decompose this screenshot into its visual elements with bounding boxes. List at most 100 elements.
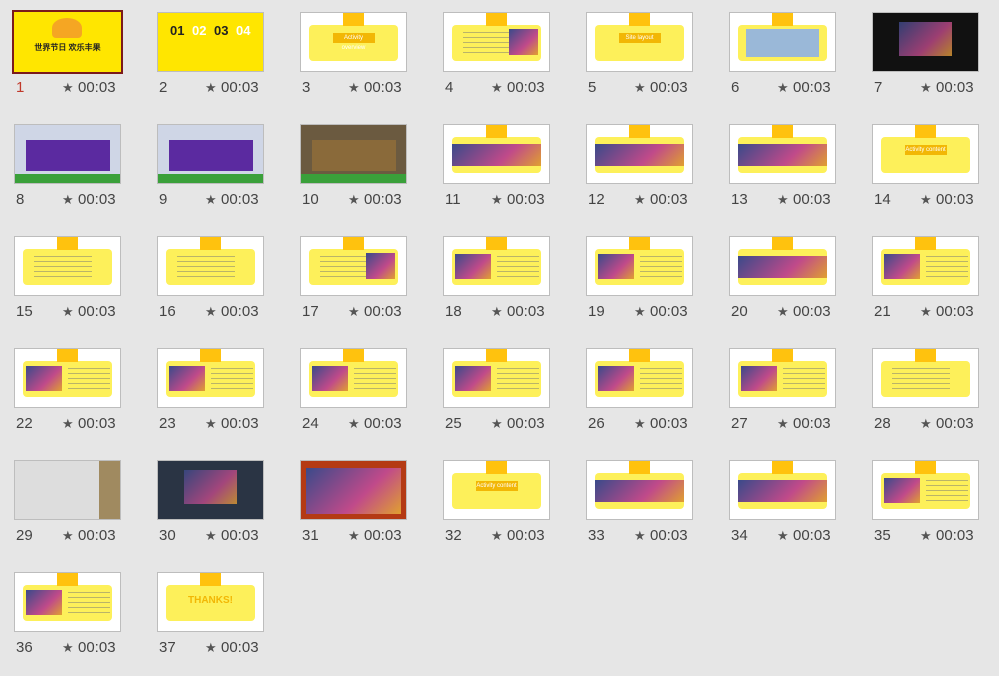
slide-thumbnail-18[interactable]: 18 ★ 00:03 bbox=[443, 236, 568, 340]
slide-thumbnail-12[interactable]: 12 ★ 00:03 bbox=[586, 124, 711, 228]
slide-thumbnail-17[interactable]: 17 ★ 00:03 bbox=[300, 236, 425, 340]
transition-star-icon[interactable]: ★ bbox=[491, 192, 503, 208]
transition-star-icon[interactable]: ★ bbox=[491, 528, 503, 544]
slide-thumbnail-37[interactable]: THANKS! 37 ★ 00:03 bbox=[157, 572, 282, 676]
slide-thumbnail-9[interactable]: 9 ★ 00:03 bbox=[157, 124, 282, 228]
transition-star-icon[interactable]: ★ bbox=[634, 192, 646, 208]
slide-preview[interactable] bbox=[157, 236, 264, 296]
slide-preview[interactable] bbox=[300, 348, 407, 408]
transition-star-icon[interactable]: ★ bbox=[62, 192, 74, 208]
slide-thumbnail-14[interactable]: Activity content 14 ★ 00:03 bbox=[872, 124, 997, 228]
slide-thumbnail-19[interactable]: 19 ★ 00:03 bbox=[586, 236, 711, 340]
slide-preview[interactable] bbox=[157, 124, 264, 184]
slide-thumbnail-29[interactable]: 29 ★ 00:03 bbox=[14, 460, 139, 564]
slide-preview[interactable] bbox=[443, 12, 550, 72]
slide-thumbnail-36[interactable]: 36 ★ 00:03 bbox=[14, 572, 139, 676]
slide-thumbnail-8[interactable]: 8 ★ 00:03 bbox=[14, 124, 139, 228]
transition-star-icon[interactable]: ★ bbox=[348, 528, 360, 544]
slide-thumbnail-4[interactable]: 4 ★ 00:03 bbox=[443, 12, 568, 116]
slide-thumbnail-28[interactable]: 28 ★ 00:03 bbox=[872, 348, 997, 452]
transition-star-icon[interactable]: ★ bbox=[634, 528, 646, 544]
transition-star-icon[interactable]: ★ bbox=[491, 416, 503, 432]
slide-preview[interactable]: 世界节日 欢乐丰果 bbox=[12, 10, 123, 74]
slide-preview[interactable] bbox=[586, 124, 693, 184]
transition-star-icon[interactable]: ★ bbox=[205, 304, 217, 320]
slide-thumbnail-7[interactable]: 7 ★ 00:03 bbox=[872, 12, 997, 116]
transition-star-icon[interactable]: ★ bbox=[920, 192, 932, 208]
slide-preview[interactable] bbox=[157, 348, 264, 408]
slide-preview[interactable]: THANKS! bbox=[157, 572, 264, 632]
slide-thumbnail-35[interactable]: 35 ★ 00:03 bbox=[872, 460, 997, 564]
slide-thumbnail-31[interactable]: 31 ★ 00:03 bbox=[300, 460, 425, 564]
slide-preview[interactable] bbox=[729, 460, 836, 520]
slide-preview[interactable] bbox=[14, 572, 121, 632]
slide-thumbnail-30[interactable]: 30 ★ 00:03 bbox=[157, 460, 282, 564]
slide-preview[interactable] bbox=[586, 236, 693, 296]
slide-thumbnail-20[interactable]: 20 ★ 00:03 bbox=[729, 236, 854, 340]
slide-preview[interactable] bbox=[300, 460, 407, 520]
slide-preview[interactable] bbox=[14, 348, 121, 408]
slide-thumbnail-3[interactable]: Activity overview 3 ★ 00:03 bbox=[300, 12, 425, 116]
slide-thumbnail-23[interactable]: 23 ★ 00:03 bbox=[157, 348, 282, 452]
transition-star-icon[interactable]: ★ bbox=[205, 80, 217, 96]
transition-star-icon[interactable]: ★ bbox=[348, 416, 360, 432]
transition-star-icon[interactable]: ★ bbox=[491, 80, 503, 96]
transition-star-icon[interactable]: ★ bbox=[777, 528, 789, 544]
transition-star-icon[interactable]: ★ bbox=[205, 640, 217, 656]
slide-preview[interactable] bbox=[872, 12, 979, 72]
slide-preview[interactable] bbox=[872, 236, 979, 296]
slide-preview[interactable] bbox=[443, 124, 550, 184]
transition-star-icon[interactable]: ★ bbox=[920, 528, 932, 544]
transition-star-icon[interactable]: ★ bbox=[634, 416, 646, 432]
slide-thumbnail-5[interactable]: Site layout 5 ★ 00:03 bbox=[586, 12, 711, 116]
transition-star-icon[interactable]: ★ bbox=[348, 80, 360, 96]
transition-star-icon[interactable]: ★ bbox=[205, 416, 217, 432]
slide-thumbnail-24[interactable]: 24 ★ 00:03 bbox=[300, 348, 425, 452]
transition-star-icon[interactable]: ★ bbox=[634, 304, 646, 320]
transition-star-icon[interactable]: ★ bbox=[920, 80, 932, 96]
slide-thumbnail-27[interactable]: 27 ★ 00:03 bbox=[729, 348, 854, 452]
slide-thumbnail-34[interactable]: 34 ★ 00:03 bbox=[729, 460, 854, 564]
transition-star-icon[interactable]: ★ bbox=[205, 528, 217, 544]
slide-preview[interactable]: 01 02 03 04 bbox=[157, 12, 264, 72]
slide-thumbnail-21[interactable]: 21 ★ 00:03 bbox=[872, 236, 997, 340]
slide-preview[interactable] bbox=[300, 124, 407, 184]
transition-star-icon[interactable]: ★ bbox=[634, 80, 646, 96]
slide-preview[interactable] bbox=[443, 236, 550, 296]
slide-preview[interactable]: Activity content bbox=[872, 124, 979, 184]
slide-preview[interactable] bbox=[586, 348, 693, 408]
slide-preview[interactable] bbox=[872, 460, 979, 520]
slide-preview[interactable] bbox=[443, 348, 550, 408]
slide-thumbnail-11[interactable]: 11 ★ 00:03 bbox=[443, 124, 568, 228]
slide-preview[interactable] bbox=[14, 124, 121, 184]
transition-star-icon[interactable]: ★ bbox=[777, 416, 789, 432]
slide-thumbnail-22[interactable]: 22 ★ 00:03 bbox=[14, 348, 139, 452]
transition-star-icon[interactable]: ★ bbox=[62, 304, 74, 320]
transition-star-icon[interactable]: ★ bbox=[491, 304, 503, 320]
transition-star-icon[interactable]: ★ bbox=[920, 416, 932, 432]
transition-star-icon[interactable]: ★ bbox=[348, 192, 360, 208]
transition-star-icon[interactable]: ★ bbox=[777, 192, 789, 208]
slide-thumbnail-6[interactable]: 6 ★ 00:03 bbox=[729, 12, 854, 116]
slide-preview[interactable] bbox=[729, 348, 836, 408]
slide-thumbnail-33[interactable]: 33 ★ 00:03 bbox=[586, 460, 711, 564]
slide-preview[interactable] bbox=[14, 460, 121, 520]
slide-thumbnail-1[interactable]: 世界节日 欢乐丰果 1 ★ 00:03 bbox=[12, 10, 139, 116]
transition-star-icon[interactable]: ★ bbox=[348, 304, 360, 320]
slide-preview[interactable]: Activity overview bbox=[300, 12, 407, 72]
slide-thumbnail-2[interactable]: 01 02 03 04 2 ★ 00:03 bbox=[157, 12, 282, 116]
transition-star-icon[interactable]: ★ bbox=[777, 80, 789, 96]
slide-preview[interactable]: Site layout bbox=[586, 12, 693, 72]
transition-star-icon[interactable]: ★ bbox=[205, 192, 217, 208]
slide-preview[interactable] bbox=[872, 348, 979, 408]
slide-preview[interactable]: Activity content bbox=[443, 460, 550, 520]
slide-preview[interactable] bbox=[729, 236, 836, 296]
slide-preview[interactable] bbox=[157, 460, 264, 520]
slide-preview[interactable] bbox=[14, 236, 121, 296]
slide-thumbnail-32[interactable]: Activity content 32 ★ 00:03 bbox=[443, 460, 568, 564]
slide-preview[interactable] bbox=[586, 460, 693, 520]
slide-thumbnail-10[interactable]: 10 ★ 00:03 bbox=[300, 124, 425, 228]
slide-preview[interactable] bbox=[300, 236, 407, 296]
slide-thumbnail-16[interactable]: 16 ★ 00:03 bbox=[157, 236, 282, 340]
transition-star-icon[interactable]: ★ bbox=[62, 528, 74, 544]
